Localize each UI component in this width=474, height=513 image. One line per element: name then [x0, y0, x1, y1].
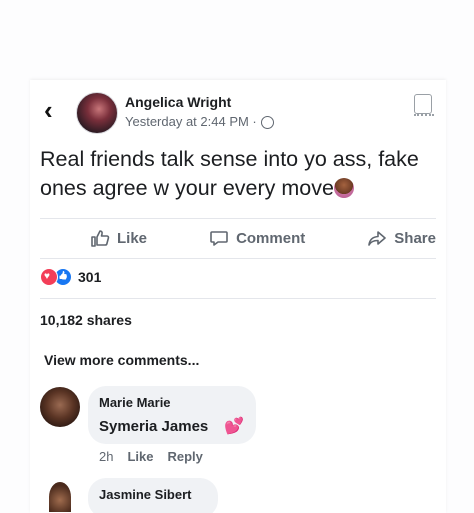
post-body: Real friends talk sense into yo ass, fak… [40, 147, 419, 200]
post-author[interactable]: Angelica Wright [125, 94, 231, 110]
comment-button[interactable]: Comment [209, 228, 305, 248]
view-more-comments-link[interactable]: View more comments... [44, 352, 199, 368]
share-icon [368, 231, 387, 246]
comment-label: Comment [236, 229, 306, 247]
post-actions: Like Comment Share [40, 220, 436, 256]
post-timestamp[interactable]: Yesterday at 2:44 PM · [125, 114, 257, 129]
divider [40, 258, 436, 259]
share-label: Share [394, 229, 436, 247]
reaction-summary[interactable]: 301 [40, 268, 101, 286]
author-avatar[interactable] [76, 92, 118, 134]
two-hearts-icon: 💕 [224, 418, 244, 435]
commenter-avatar[interactable] [49, 482, 71, 512]
comment-like-button[interactable]: Like [127, 449, 153, 464]
comment-bubble: Jasmine Sibert [88, 478, 218, 513]
woman-shrugging-icon [333, 178, 354, 198]
post-text: Real friends talk sense into yo ass, fak… [40, 145, 436, 203]
like-icon [91, 230, 110, 247]
commenter-name[interactable]: Marie Marie [99, 395, 171, 410]
reaction-count: 301 [78, 269, 102, 285]
comment-reply-button[interactable]: Reply [167, 449, 202, 464]
comment-bubble: Marie Marie Symeria James 💕 [88, 386, 256, 444]
divider [40, 218, 436, 219]
commenter-avatar[interactable] [40, 387, 80, 427]
love-reaction-icon [40, 268, 58, 286]
commenter-name[interactable]: Jasmine Sibert [99, 487, 192, 502]
back-icon[interactable]: ‹ [44, 97, 64, 123]
like-button[interactable]: Like [90, 228, 147, 248]
post-meta: Yesterday at 2:44 PM · [125, 114, 274, 129]
share-button[interactable]: Share [367, 228, 436, 248]
comment-actions: 2h Like Reply [99, 449, 203, 464]
share-count[interactable]: 10,182 shares [40, 312, 132, 328]
like-label: Like [117, 229, 148, 247]
globe-icon [260, 116, 274, 129]
tagged-user-link[interactable]: Symeria James [99, 418, 208, 435]
post-card: ‹ Angelica Wright Yesterday at 2:44 PM ·… [30, 80, 446, 513]
divider [40, 298, 436, 299]
comment-time: 2h [99, 449, 114, 464]
save-post-icon[interactable] [414, 94, 434, 116]
comment-icon [210, 231, 228, 246]
